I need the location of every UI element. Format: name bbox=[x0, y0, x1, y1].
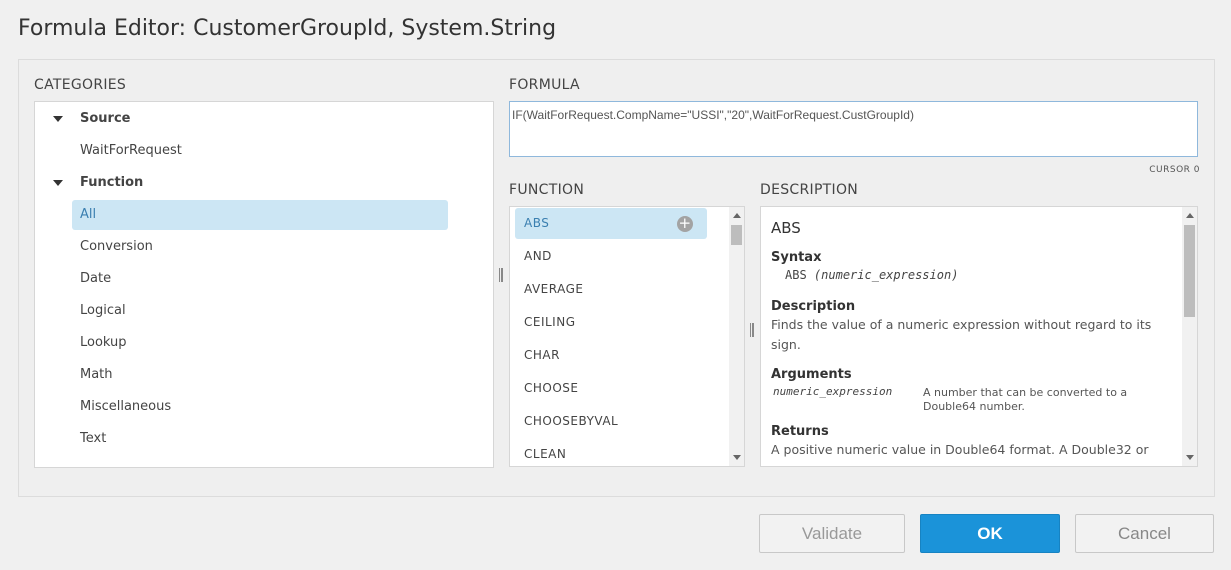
cursor-position: CURSOR 0 bbox=[1149, 165, 1200, 175]
tree-item-miscellaneous[interactable]: Miscellaneous bbox=[35, 392, 493, 422]
validate-button[interactable]: Validate bbox=[759, 514, 905, 553]
function-item-abs[interactable]: ABS + bbox=[515, 208, 707, 239]
scroll-down-arrow-icon[interactable] bbox=[733, 455, 741, 460]
description-scrollbar[interactable] bbox=[1182, 207, 1197, 466]
scroll-thumb[interactable] bbox=[1184, 225, 1195, 317]
formula-input[interactable]: IF(WaitForRequest.CompName="USSI","20",W… bbox=[509, 101, 1198, 157]
function-item-choosebyval[interactable]: CHOOSEBYVAL bbox=[515, 406, 707, 437]
syntax-heading: Syntax bbox=[771, 250, 822, 265]
function-item-label: AND bbox=[524, 249, 552, 263]
tree-group-function[interactable]: Function bbox=[35, 168, 493, 198]
tree-item-math[interactable]: Math bbox=[35, 360, 493, 390]
description-label: DESCRIPTION bbox=[760, 182, 859, 198]
scroll-thumb[interactable] bbox=[731, 225, 742, 245]
scroll-up-arrow-icon[interactable] bbox=[733, 213, 741, 218]
tree-item-label: Lookup bbox=[80, 335, 127, 350]
tree-item-conversion[interactable]: Conversion bbox=[35, 232, 493, 262]
ok-button[interactable]: OK bbox=[920, 514, 1060, 553]
syntax-name: ABS bbox=[785, 268, 807, 282]
tree-item-label: Logical bbox=[80, 303, 126, 318]
tree-item-label: Math bbox=[80, 367, 113, 382]
description-title: ABS bbox=[771, 219, 801, 237]
argument-name-text: numeric_expression bbox=[773, 385, 893, 398]
cancel-button[interactable]: Cancel bbox=[1075, 514, 1214, 553]
tree-item-label: Conversion bbox=[80, 239, 153, 254]
tree-item-label: Text bbox=[80, 431, 107, 446]
caret-down-icon[interactable] bbox=[53, 116, 63, 122]
description-text: Finds the value of a numeric expression … bbox=[771, 317, 1152, 352]
function-item-average[interactable]: AVERAGE bbox=[515, 274, 707, 305]
tree-group-label: Source bbox=[80, 111, 131, 126]
formula-label: FORMULA bbox=[509, 77, 580, 93]
scroll-down-arrow-icon[interactable] bbox=[1186, 455, 1194, 460]
function-item-choose[interactable]: CHOOSE bbox=[515, 373, 707, 404]
syntax-text: ABS (numeric_expression) bbox=[785, 268, 958, 282]
function-list: ABS + AND AVERAGE CEILING CHAR CHOOSE CH… bbox=[509, 206, 745, 467]
function-item-and[interactable]: AND bbox=[515, 241, 707, 272]
tree-item-label: All bbox=[80, 207, 97, 222]
arguments-heading: Arguments bbox=[771, 367, 852, 382]
plus-circle-icon[interactable]: + bbox=[677, 216, 693, 232]
function-item-label: CEILING bbox=[524, 315, 576, 329]
function-item-ceiling[interactable]: CEILING bbox=[515, 307, 707, 338]
syntax-args: (numeric_expression) bbox=[813, 268, 959, 282]
tree-group-label: Function bbox=[80, 175, 144, 190]
caret-down-icon[interactable] bbox=[53, 180, 63, 186]
tree-item-label: Miscellaneous bbox=[80, 399, 172, 414]
tree-item-all[interactable]: All bbox=[72, 200, 448, 230]
function-item-label: CHOOSEBYVAL bbox=[524, 414, 619, 428]
function-item-char[interactable]: CHAR bbox=[515, 340, 707, 371]
argument-description: A number that can be converted to a Doub… bbox=[923, 386, 1128, 413]
function-scrollbar[interactable] bbox=[729, 207, 744, 466]
function-item-label: CLEAN bbox=[524, 447, 567, 461]
tree-item-lookup[interactable]: Lookup bbox=[35, 328, 493, 358]
description-panel: ABS Syntax ABS (numeric_expression) Desc… bbox=[760, 206, 1198, 467]
function-item-label: AVERAGE bbox=[524, 282, 584, 296]
categories-label: CATEGORIES bbox=[34, 77, 127, 93]
returns-heading: Returns bbox=[771, 424, 829, 439]
function-item-label: ABS bbox=[524, 216, 550, 230]
function-item-label: CHAR bbox=[524, 348, 560, 362]
tree-item-waitforrequest[interactable]: WaitForRequest bbox=[35, 136, 493, 166]
tree-item-logical[interactable]: Logical bbox=[35, 296, 493, 326]
categories-tree: Source WaitForRequest Function All Conve… bbox=[34, 101, 494, 468]
tree-item-date[interactable]: Date bbox=[35, 264, 493, 294]
argument-name: numeric_expression bbox=[773, 385, 892, 398]
description-heading: Description bbox=[771, 299, 856, 314]
scroll-up-arrow-icon[interactable] bbox=[1186, 213, 1194, 218]
vertical-splitter-handle[interactable] bbox=[499, 268, 503, 282]
returns-text: A positive numeric value in Double64 for… bbox=[771, 442, 1149, 457]
tree-item-label: Date bbox=[80, 271, 112, 286]
function-item-clean[interactable]: CLEAN bbox=[515, 439, 707, 466]
function-label: FUNCTION bbox=[509, 182, 585, 198]
vertical-splitter-handle[interactable] bbox=[750, 323, 754, 337]
tree-item-text[interactable]: Text bbox=[35, 424, 493, 454]
tree-item-label: WaitForRequest bbox=[80, 143, 182, 158]
dialog-title: Formula Editor: CustomerGroupId, System.… bbox=[18, 16, 557, 41]
function-item-label: CHOOSE bbox=[524, 381, 579, 395]
tree-group-source[interactable]: Source bbox=[35, 104, 493, 134]
description-content: ABS Syntax ABS (numeric_expression) Desc… bbox=[771, 207, 1176, 463]
